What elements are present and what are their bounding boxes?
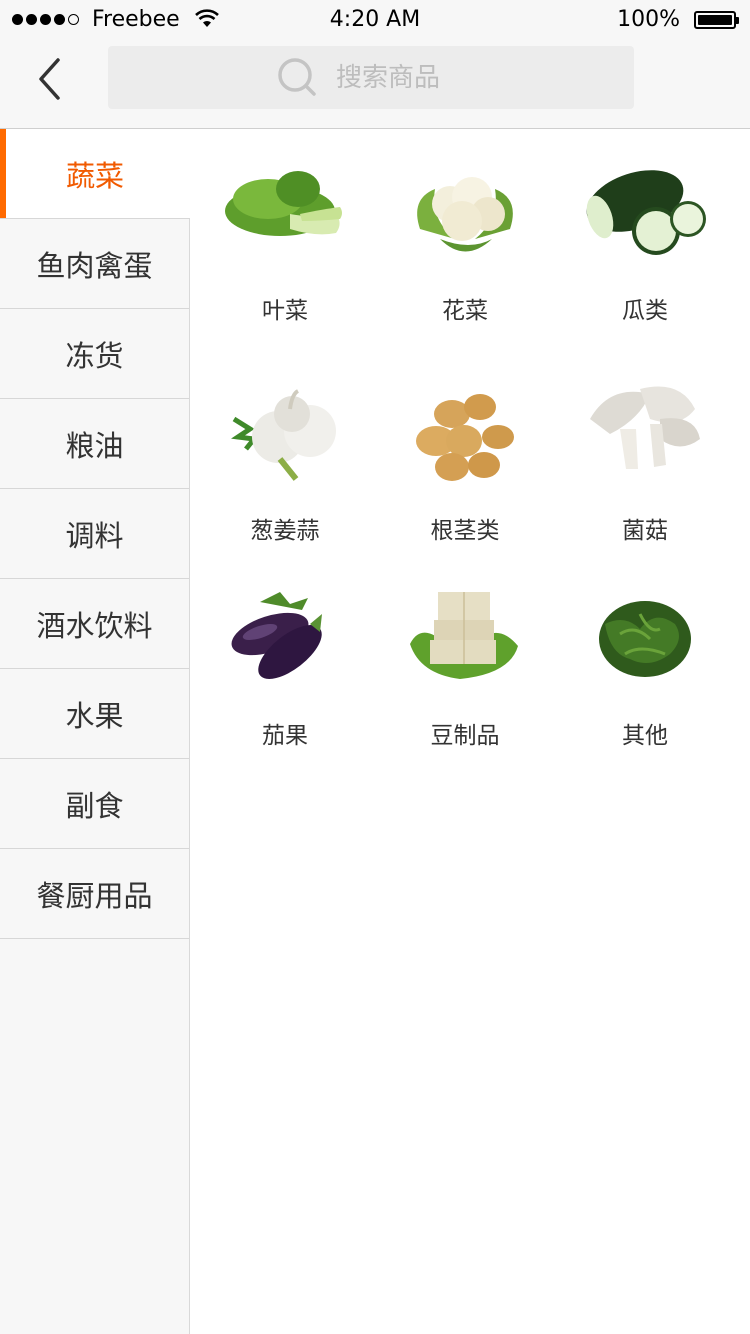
sidebar-item-frozen[interactable]: 冻货 [0,309,189,399]
subcategory-label: 豆制品 [430,723,500,749]
battery-percentage: 100% [617,7,680,32]
sidebar-item-label: 副食 [65,788,124,823]
subcategory-root-vegetables[interactable]: 根茎类 [375,379,555,545]
sidebar-item-snacks[interactable]: 副食 [0,759,189,849]
sidebar-item-label: 酒水饮料 [36,608,153,643]
subcategory-label: 葱姜蒜 [250,518,320,544]
nav-bar [0,40,750,129]
subcategory-label: 瓜类 [622,298,668,324]
potato-image [416,394,514,481]
subcategory-label: 茄果 [262,723,308,749]
mushroom-image [590,386,700,469]
subcategory-leafy-greens[interactable]: 叶菜 [195,159,375,325]
sidebar-item-label: 蔬菜 [65,158,124,193]
sidebar-item-fruit[interactable]: 水果 [0,669,189,759]
subcategory-label: 菌菇 [622,518,668,544]
subcategory-scallion-ginger-garlic[interactable]: 葱姜蒜 [195,379,375,545]
sidebar-item-label: 餐厨用品 [36,878,153,913]
subcategory-soy-products[interactable]: 豆制品 [375,584,555,750]
sidebar-item-vegetables[interactable]: 蔬菜 [0,129,190,219]
subcategory-melons[interactable]: 瓜类 [555,159,735,325]
subcategory-nightshades[interactable]: 茄果 [195,584,375,750]
subcategory-label: 花菜 [442,298,488,324]
back-button[interactable] [30,54,80,104]
subcategory-grid: 叶菜 花菜 瓜类 葱姜蒜 根茎类 菌菇 茄果 豆制品 其他 [190,129,750,1334]
tofu-image [410,592,518,679]
sidebar-item-label: 鱼肉禽蛋 [36,248,153,283]
cauliflower-image [417,177,513,252]
status-bar: Freebee 4:20 AM 100% [0,0,750,40]
subcategory-other[interactable]: 其他 [555,584,735,750]
subcategory-label: 叶菜 [262,298,308,324]
winter-melon-image [586,170,706,255]
garlic-image [231,389,336,481]
sidebar-item-seasoning[interactable]: 调料 [0,489,189,579]
seaweed-image [599,601,691,677]
bok-choy-image [225,171,342,236]
sidebar-item-label: 粮油 [65,428,124,463]
search-input[interactable] [336,62,466,93]
subcategory-mushrooms[interactable]: 菌菇 [555,379,735,545]
chevron-left-icon [39,58,60,100]
sidebar-item-kitchenware[interactable]: 餐厨用品 [0,849,189,939]
category-sidebar: 蔬菜 鱼肉禽蛋 冻货 粮油 调料 酒水饮料 水果 副食 餐厨用品 [0,129,190,1334]
subcategory-label: 其他 [622,723,668,749]
search-bar[interactable] [108,46,634,109]
subcategory-cauliflower[interactable]: 花菜 [375,159,555,325]
subcategory-label: 根茎类 [430,518,500,544]
sidebar-item-grain-oil[interactable]: 粮油 [0,399,189,489]
battery-icon [694,11,739,29]
sidebar-item-label: 冻货 [65,338,124,373]
eggplant-image [231,592,322,679]
sidebar-item-label: 调料 [65,518,124,553]
sidebar-item-meat-poultry-eggs[interactable]: 鱼肉禽蛋 [0,219,189,309]
sidebar-item-beverages[interactable]: 酒水饮料 [0,579,189,669]
search-icon [278,57,316,96]
sidebar-item-label: 水果 [65,698,124,733]
